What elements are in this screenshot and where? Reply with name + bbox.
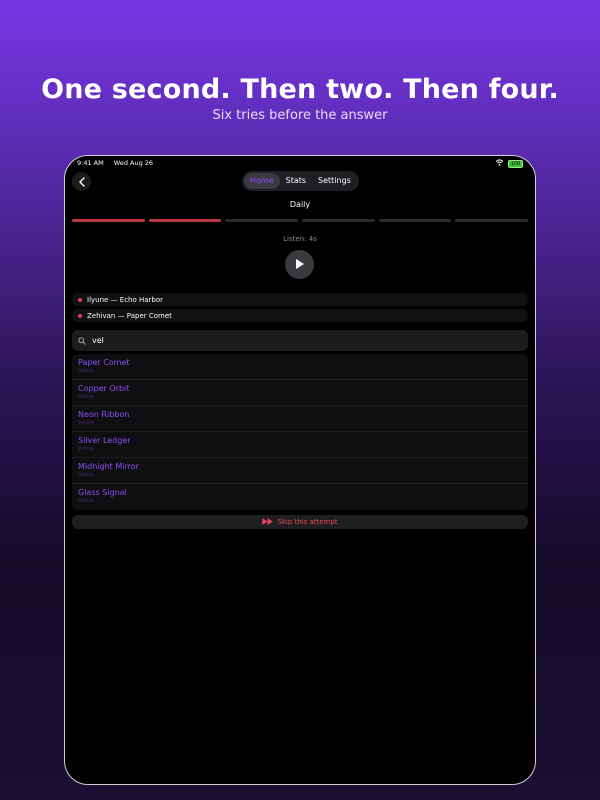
attempt-segment (148, 219, 222, 222)
tab-stats[interactable]: Stats (280, 173, 312, 189)
search-input[interactable]: vel (72, 330, 528, 351)
result-artist: Velora (78, 446, 94, 452)
tab-settings[interactable]: Settings (312, 173, 357, 189)
status-indicators: 100 (495, 159, 523, 168)
subhead: Six tries before the answer (212, 108, 388, 123)
tab-home[interactable]: Home (244, 173, 280, 189)
headline: One second. Then two. Then four. (41, 74, 559, 105)
search-value: vel (92, 336, 104, 345)
result-title: Copper Orbit (78, 384, 130, 393)
result-artist: Velora (78, 420, 94, 426)
mode-label: Daily (289, 200, 311, 209)
result-artist: Velora (78, 368, 94, 374)
attempt-segment (378, 219, 452, 222)
result-item[interactable]: Midnight Mirror Velora (72, 458, 528, 484)
wrong-guess-dot (78, 297, 82, 302)
result-artist: Velora (78, 394, 94, 400)
wrong-guess-dot (78, 313, 82, 318)
wifi-icon (495, 159, 504, 168)
listen-duration-label: Listen: 4s (283, 235, 317, 243)
tablet-screen: 9:41 AM Wed Aug 26 100 Home Stats Settin… (64, 155, 536, 785)
play-icon (294, 255, 305, 274)
attempt-segment (225, 219, 299, 222)
chevron-left-icon (78, 172, 86, 191)
guess-row: Zehivan — Paper Comet (72, 309, 528, 322)
skip-label: Skip this attempt (277, 518, 338, 526)
result-title: Midnight Mirror (78, 462, 139, 471)
result-item[interactable]: Copper Orbit Velora (72, 380, 528, 406)
result-title: Neon Ribbon (78, 410, 130, 419)
status-time: 9:41 AM (77, 159, 104, 167)
guess-row: Ilyune — Echo Harbor (72, 293, 528, 306)
result-artist: Velora (78, 472, 94, 478)
status-date: Wed Aug 26 (113, 159, 154, 167)
result-item[interactable]: Silver Ledger Velora (72, 432, 528, 458)
guess-text: Zehivan — Paper Comet (87, 311, 172, 320)
result-artist: Velora (78, 498, 94, 504)
attempt-segment (455, 219, 529, 222)
result-title: Paper Comet (78, 358, 130, 367)
tab-bar: Home Stats Settings (242, 171, 359, 191)
attempts-progress (72, 219, 529, 222)
result-title: Silver Ledger (78, 436, 131, 445)
search-results: Paper Comet Velora Copper Orbit Velora N… (72, 354, 528, 510)
result-item[interactable]: Paper Comet Velora (72, 354, 528, 380)
attempt-segment (72, 219, 145, 222)
result-item[interactable]: Neon Ribbon Velora (72, 406, 528, 432)
skip-attempt-button[interactable]: Skip this attempt (72, 515, 528, 529)
play-button[interactable] (285, 250, 314, 279)
back-button[interactable] (72, 172, 91, 191)
search-icon (78, 336, 86, 345)
battery-icon: 100 (508, 159, 523, 168)
fast-forward-icon (262, 517, 274, 527)
attempt-segment (302, 219, 375, 222)
status-bar: 9:41 AM Wed Aug 26 (77, 159, 161, 167)
result-title: Glass Signal (78, 488, 127, 497)
guess-text: Ilyune — Echo Harbor (87, 295, 164, 304)
result-item[interactable]: Glass Signal Velora (72, 484, 528, 510)
